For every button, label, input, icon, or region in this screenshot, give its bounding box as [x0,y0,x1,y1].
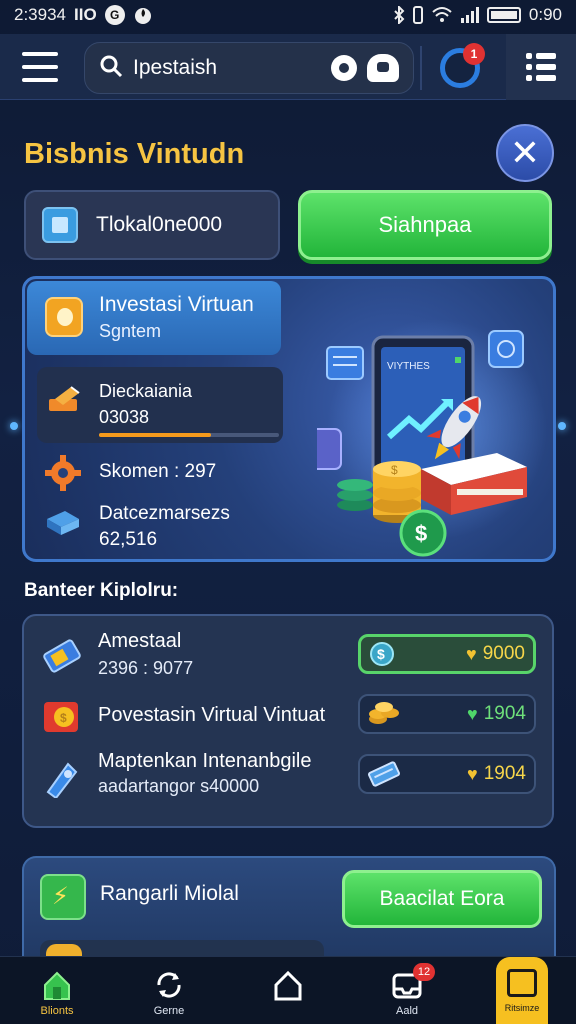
page-title: Bisbnis Vintudn [24,138,245,170]
hero-stat-box: Dieckaiania 03038 [37,367,283,443]
status-time: 2:3934 [14,5,66,24]
nav-wallet[interactable]: Ritsimze [496,957,548,1024]
list-item-sub: 2396 : 9077 [98,658,194,678]
investment-hero-card[interactable]: Investasi Virtuan Sgntem Dieckaiania 030… [22,276,556,562]
side-glow-left [10,422,18,430]
search-bar[interactable]: Ipestaish [84,42,414,94]
coin-stack-icon [368,701,399,727]
list-item[interactable]: Amestaal 2396 : 9077 $ ♥ 9000 [24,628,556,688]
status-bar: 2:3934 ΙΙΟ G 0:90 [0,0,576,30]
coin-badge-icon [45,297,83,337]
list-item[interactable]: $ Povestasin Virtual Vintuat ♥ 1904 [24,688,556,748]
investment-list-card: Amestaal 2396 : 9077 $ ♥ 9000 $ Povestasi… [22,614,554,828]
lightning-icon [40,874,86,920]
list-item[interactable]: Maptenkan Intenanbgile aadartangor s4000… [24,748,556,808]
home-icon [41,969,73,1001]
house-outline-icon [272,969,304,1001]
wallet-coin-icon: $ [42,698,82,734]
amount-pill[interactable]: ♥ 1904 [358,754,536,794]
balance-text: Tlokal0ne000 [96,213,223,236]
search-input[interactable]: Ipestaish [133,56,321,80]
app-notification-icon: G [104,5,125,25]
hero-stat-label: Dieckaiania [99,381,193,401]
bottom-nav: Blionts Gerne 12 Aald Ritsimze [0,956,576,1024]
top-bar: Ipestaish 1 [0,34,576,100]
wallet-icon [507,969,537,997]
hero-subtitle: Sgntem [99,321,162,341]
vibrate-icon [412,6,423,24]
card-icon [368,761,400,787]
cloud-icon[interactable] [367,54,399,82]
flame-notification-icon [133,5,153,25]
notification-ring-icon[interactable]: 1 [440,43,485,88]
side-glow-right [558,422,566,430]
topbar-divider [420,46,422,90]
amount-value: 1904 [483,763,526,784]
list-item-name: Povestasin Virtual Vintuat [98,704,326,726]
notification-badge: 1 [463,43,485,65]
list-item-sub: aadartangor s40000 [98,776,260,796]
nav-label: Blionts [40,1005,74,1017]
stack-books-icon [45,505,81,539]
hero-assets-label: Datcezmarsezs [99,503,230,524]
amount-value: 1904 [483,703,526,724]
list-item-name: Amestaal [98,630,182,652]
battery-text: 0:90 [528,5,562,24]
signal-icon [460,7,479,23]
svg-text:$: $ [377,646,385,662]
investment-illustration: VIYTHES $ $ [317,319,547,557]
search-icon [99,54,123,83]
amount-pill[interactable]: ♥ 1904 [358,694,536,734]
nav-label: Ritsimze [504,1003,540,1013]
nav-label: Gerne [153,1005,185,1017]
hero-progress-fill [99,433,211,437]
nav-inbox[interactable]: 12 Aald [362,957,452,1024]
hero-title: Investasi Virtuan [99,293,254,316]
hero-assets-value: 62,516 [99,529,158,550]
ticket-icon [42,638,82,674]
hero-score-text: Skomen : 297 [99,461,217,482]
nav-game[interactable]: Gerne [124,957,214,1024]
nav-label: Aald [395,1005,419,1017]
puzzle-icon [42,207,78,243]
nav-home[interactable]: Blionts [12,957,102,1024]
dollar-coin-icon: $ [369,641,397,667]
rocket-pen-icon [42,758,82,800]
svg-text:$: $ [60,711,67,725]
section-label: Banteer Kiplolru: [24,580,179,601]
bluetooth-icon [393,6,405,24]
amount-pill[interactable]: $ ♥ 9000 [358,634,536,674]
list-menu-icon[interactable] [506,34,576,100]
primary-action-button[interactable]: Siahnpaa [298,190,552,260]
heart-icon: ♥ [467,763,478,784]
list-item-name: Maptenkan Intenanbgile [98,750,312,772]
refresh-icon [153,969,185,1001]
gear-icon [45,455,81,491]
nav-house[interactable] [243,957,333,1024]
close-icon: ✕ [509,132,541,173]
promo-button[interactable]: Baacilat Eora [342,870,542,928]
svg-text:$: $ [391,463,398,477]
inbox-icon: 12 [391,963,435,1001]
hero-header: Investasi Virtuan Sgntem [27,281,281,355]
promo-card: Rangarli Miolal Baacilat Eora [22,856,556,968]
battery-icon [486,7,521,23]
promo-label: Rangarli Miolal [100,882,239,905]
amount-value: 9000 [482,643,525,664]
hero-progress-bar [99,433,279,437]
status-carrier: ΙΙΟ [74,5,97,24]
chart-pencil-icon [49,385,83,413]
balance-display: Tlokal0ne000 [24,190,280,260]
wifi-icon [431,6,453,24]
hamburger-menu-icon[interactable] [22,52,58,82]
close-button[interactable]: ✕ [496,124,554,182]
svg-text:$: $ [415,521,427,546]
heart-icon: ♥ [467,703,478,724]
voice-record-icon[interactable] [331,55,357,81]
hero-stat-value: 03038 [99,407,150,427]
heart-icon: ♥ [466,643,477,664]
tablet-screen-label: VIYTHES [387,361,430,372]
nav-badge: 12 [413,963,435,981]
